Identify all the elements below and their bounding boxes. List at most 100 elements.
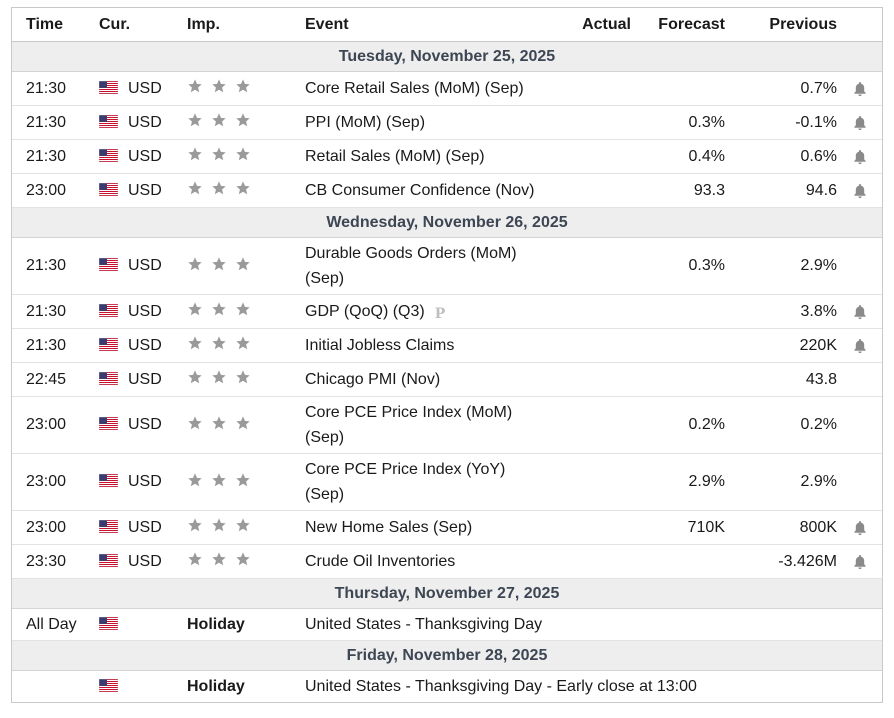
event-row[interactable]: 23:00 USD Core PCE Price Index (MoM) (Sep)…: [12, 396, 882, 454]
star-icon: [211, 472, 227, 488]
bell-icon[interactable]: [853, 519, 867, 536]
event-name-cell[interactable]: Core PCE Price Index (YoY) (Sep): [305, 453, 547, 511]
event-name-cell[interactable]: GDP (QoQ) (Q3) P: [305, 294, 547, 329]
bell-icon[interactable]: [853, 303, 867, 320]
previous-value: -0.1%: [725, 105, 837, 140]
event-row[interactable]: 21:30 USD Durable Goods Orders (MoM) (Sep)…: [12, 237, 882, 295]
importance-stars: [187, 415, 251, 431]
event-name[interactable]: CB Consumer Confidence (Nov): [305, 178, 534, 203]
holiday-row: All Day Holiday United States - Thanksgiv…: [12, 608, 882, 641]
currency-cell: USD: [99, 328, 187, 363]
event-name[interactable]: Initial Jobless Claims: [305, 333, 454, 358]
star-icon: [235, 180, 251, 196]
alert-cell: [837, 544, 882, 579]
bell-icon[interactable]: [853, 148, 867, 165]
star-icon: [235, 335, 251, 351]
event-name[interactable]: GDP (QoQ) (Q3): [305, 299, 425, 324]
actual-value: [547, 173, 631, 208]
currency-code: USD: [128, 302, 162, 320]
event-name[interactable]: Core Retail Sales (MoM) (Sep): [305, 76, 524, 101]
event-name[interactable]: Crude Oil Inventories: [305, 549, 455, 574]
star-icon: [187, 180, 203, 196]
alert-cell: [837, 328, 882, 363]
star-icon: [211, 301, 227, 317]
event-name-cell[interactable]: Retail Sales (MoM) (Sep): [305, 139, 547, 174]
importance-cell: [187, 396, 305, 454]
event-name-cell[interactable]: Durable Goods Orders (MoM) (Sep): [305, 237, 547, 295]
event-name-cell[interactable]: Crude Oil Inventories: [305, 544, 547, 579]
event-name-cell[interactable]: New Home Sales (Sep): [305, 510, 547, 545]
header-currency: Cur.: [99, 8, 187, 42]
event-row[interactable]: 23:00 USD Core PCE Price Index (YoY) (Sep)…: [12, 453, 882, 511]
star-icon: [211, 551, 227, 567]
event-name-cell[interactable]: CB Consumer Confidence (Nov): [305, 173, 547, 208]
event-row[interactable]: 21:30 USD Core Retail Sales (MoM) (Sep) 0.…: [12, 71, 882, 106]
event-name[interactable]: Durable Goods Orders (MoM) (Sep): [305, 241, 517, 291]
importance-cell: [187, 328, 305, 363]
header-actual: Actual: [547, 8, 631, 42]
forecast-value: [631, 544, 725, 579]
event-row[interactable]: 21:30 USD Initial Jobless Claims 220K: [12, 328, 882, 363]
event-time: 21:30: [12, 139, 99, 174]
event-row[interactable]: 23:30 USD Crude Oil Inventories -3.426M: [12, 544, 882, 579]
calendar-table: Time Cur. Imp. Event Actual Forecast Pre…: [12, 8, 882, 702]
currency-code: USD: [128, 473, 162, 490]
event-row[interactable]: 21:30 USD PPI (MoM) (Sep) 0.3% -0.1%: [12, 105, 882, 140]
event-name[interactable]: PPI (MoM) (Sep): [305, 110, 425, 135]
event-name[interactable]: New Home Sales (Sep): [305, 515, 472, 540]
currency-cell: USD: [99, 71, 187, 106]
actual-value: [547, 362, 631, 397]
alert-cell: [837, 453, 882, 511]
actual-value: [547, 237, 631, 295]
importance-stars: [187, 472, 251, 488]
day-header-row: Tuesday, November 25, 2025: [12, 41, 882, 72]
currency-code: USD: [128, 370, 162, 388]
currency-code: USD: [128, 113, 162, 131]
alert-cell: [837, 71, 882, 106]
event-name[interactable]: Retail Sales (MoM) (Sep): [305, 144, 485, 169]
us-flag-icon: [99, 258, 118, 272]
star-icon: [211, 180, 227, 196]
event-name[interactable]: Core PCE Price Index (YoY) (Sep): [305, 457, 505, 507]
event-name[interactable]: Chicago PMI (Nov): [305, 367, 440, 392]
actual-value: [547, 139, 631, 174]
star-icon: [187, 369, 203, 385]
actual-value: [547, 105, 631, 140]
table-header: Time Cur. Imp. Event Actual Forecast Pre…: [12, 8, 882, 42]
us-flag-icon: [99, 337, 118, 351]
event-row[interactable]: 21:30 USD GDP (QoQ) (Q3) P 3.8%: [12, 294, 882, 329]
importance-stars: [187, 517, 251, 533]
currency-cell: USD: [99, 294, 187, 329]
star-icon: [187, 301, 203, 317]
event-name-cell[interactable]: Core PCE Price Index (MoM) (Sep): [305, 396, 547, 454]
day-header: Thursday, November 27, 2025: [12, 578, 882, 609]
bell-icon[interactable]: [853, 337, 867, 354]
bell-icon[interactable]: [853, 182, 867, 199]
event-row[interactable]: 23:00 USD CB Consumer Confidence (Nov) 93.…: [12, 173, 882, 208]
bell-icon[interactable]: [853, 80, 867, 97]
event-name-cell[interactable]: Initial Jobless Claims: [305, 328, 547, 363]
star-icon: [187, 146, 203, 162]
event-row[interactable]: 22:45 USD Chicago PMI (Nov) 43.8: [12, 362, 882, 397]
forecast-value: 0.3%: [631, 105, 725, 140]
bell-icon[interactable]: [853, 114, 867, 131]
event-time: 23:00: [12, 396, 99, 454]
star-icon: [187, 256, 203, 272]
actual-value: [547, 510, 631, 545]
event-name-cell[interactable]: Core Retail Sales (MoM) (Sep): [305, 71, 547, 106]
star-icon: [211, 517, 227, 533]
event-name-cell[interactable]: PPI (MoM) (Sep): [305, 105, 547, 140]
bell-icon[interactable]: [853, 553, 867, 570]
event-row[interactable]: 23:00 USD New Home Sales (Sep) 710K 800K: [12, 510, 882, 545]
previous-value: 800K: [725, 510, 837, 545]
event-time: 23:00: [12, 510, 99, 545]
event-name[interactable]: Core PCE Price Index (MoM) (Sep): [305, 400, 512, 450]
star-icon: [211, 415, 227, 431]
star-icon: [235, 78, 251, 94]
event-row[interactable]: 21:30 USD Retail Sales (MoM) (Sep) 0.4% 0.6…: [12, 139, 882, 174]
actual-value: [547, 71, 631, 106]
previous-value: 3.8%: [725, 294, 837, 329]
us-flag-icon: [99, 80, 118, 94]
event-name-cell[interactable]: Chicago PMI (Nov): [305, 362, 547, 397]
day-header-row: Wednesday, November 26, 2025: [12, 207, 882, 238]
